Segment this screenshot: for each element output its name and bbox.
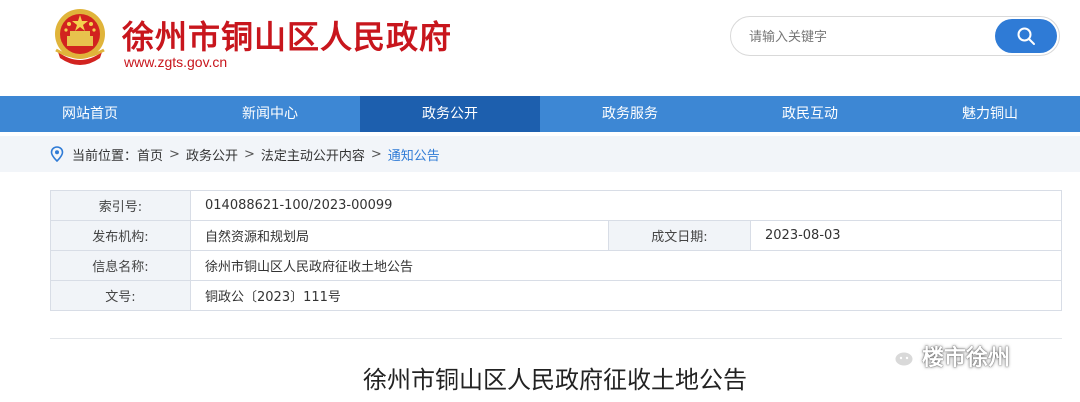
- main-nav: 网站首页 新闻中心 政务公开 政务服务 政民互动 魅力铜山: [0, 96, 1080, 132]
- nav-item-gov-affairs-open[interactable]: 政务公开: [360, 96, 540, 132]
- search-box: [730, 16, 1060, 56]
- date-value: 2023-08-03: [750, 220, 1062, 251]
- breadcrumb-separator: >: [243, 146, 255, 162]
- search-button[interactable]: [995, 19, 1057, 53]
- issuer-value: 自然资源和规划局: [190, 220, 609, 251]
- table-row: 文号: 铜政公〔2023〕111号: [50, 280, 1062, 311]
- breadcrumb-gov-affairs[interactable]: 政务公开: [186, 145, 238, 164]
- info-name-label: 信息名称:: [50, 250, 191, 281]
- site-title[interactable]: 徐州市铜山区人民政府: [122, 12, 452, 58]
- breadcrumb-notices[interactable]: 通知公告: [388, 145, 440, 164]
- breadcrumb: 当前位置： 首页 > 政务公开 > 法定主动公开内容 > 通知公告: [50, 136, 440, 172]
- date-label: 成文日期:: [608, 220, 751, 251]
- nav-item-interaction[interactable]: 政民互动: [720, 96, 900, 132]
- national-emblem-icon: [50, 6, 110, 70]
- search-icon: [1016, 26, 1036, 46]
- breadcrumb-prefix: 当前位置：: [72, 148, 138, 164]
- nav-item-charm-tongshan[interactable]: 魅力铜山: [900, 96, 1080, 132]
- index-label: 索引号:: [50, 190, 191, 221]
- breadcrumb-separator: >: [370, 146, 382, 162]
- index-value: 014088621-100/2023-00099: [190, 190, 1062, 221]
- breadcrumb-bar: 当前位置： 首页 > 政务公开 > 法定主动公开内容 > 通知公告: [0, 136, 1080, 172]
- breadcrumb-separator: >: [169, 146, 180, 162]
- nav-item-gov-services[interactable]: 政务服务: [540, 96, 720, 132]
- location-pin-icon: [50, 146, 64, 162]
- doc-number-label: 文号:: [50, 280, 191, 311]
- issuer-label: 发布机构:: [50, 220, 191, 251]
- nav-item-home[interactable]: 网站首页: [0, 96, 180, 132]
- breadcrumb-home[interactable]: 首页: [137, 145, 163, 164]
- search-input[interactable]: [747, 26, 991, 48]
- site-header: 徐州市铜山区人民政府 www.zgts.gov.cn: [0, 0, 1080, 96]
- table-row: 发布机构: 自然资源和规划局 成文日期: 2023-08-03: [50, 220, 1062, 251]
- document-info-table: 索引号: 014088621-100/2023-00099 发布机构: 自然资源…: [50, 190, 1062, 311]
- info-name-value: 徐州市铜山区人民政府征收土地公告: [190, 250, 1062, 281]
- nav-item-news[interactable]: 新闻中心: [180, 96, 360, 132]
- table-row: 信息名称: 徐州市铜山区人民政府征收土地公告: [50, 250, 1062, 281]
- wechat-icon: [882, 341, 916, 371]
- site-url[interactable]: www.zgts.gov.cn: [124, 54, 227, 70]
- doc-number-value: 铜政公〔2023〕111号: [190, 280, 1062, 311]
- breadcrumb-statutory-content[interactable]: 法定主动公开内容: [261, 145, 365, 164]
- table-row: 索引号: 014088621-100/2023-00099: [50, 190, 1062, 221]
- watermark-text: 楼市徐州: [922, 346, 1011, 371]
- watermark: 楼市徐州: [882, 336, 1010, 376]
